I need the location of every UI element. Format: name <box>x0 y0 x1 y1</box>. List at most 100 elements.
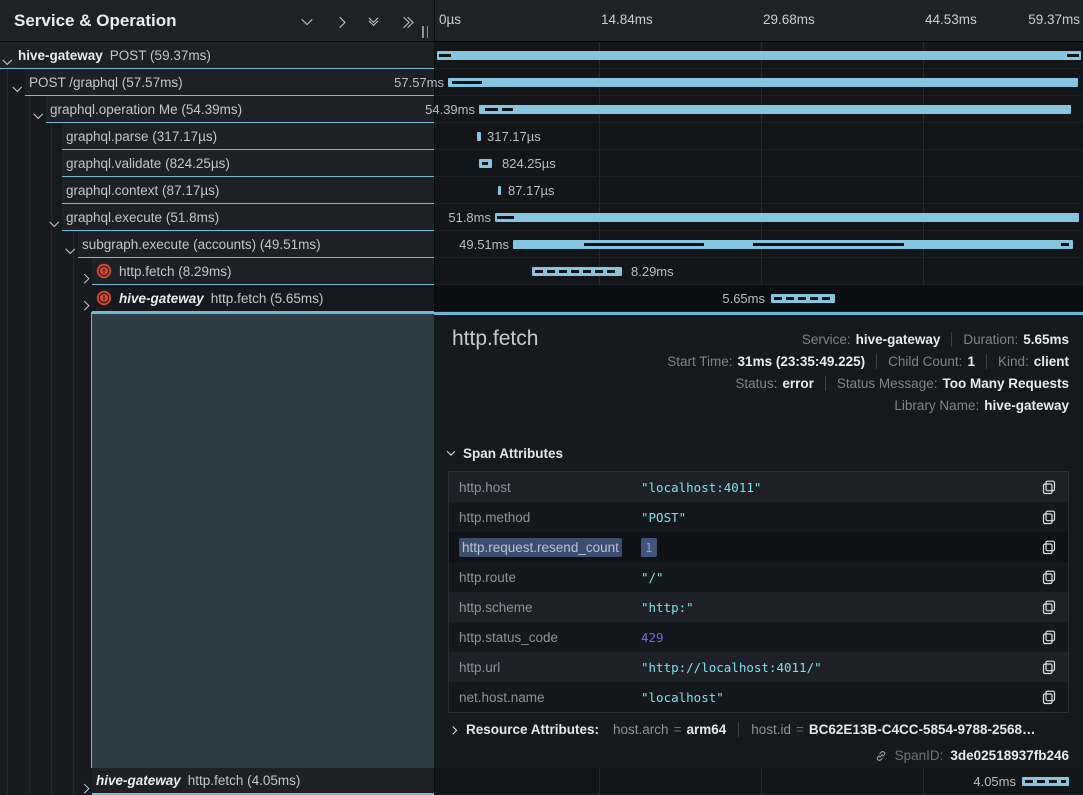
resource-value: arm64 <box>686 722 726 737</box>
span-bar[interactable] <box>498 186 501 195</box>
span-id-value: 3de02518937fb246 <box>950 748 1069 763</box>
meta-label: Duration: <box>963 332 1018 347</box>
copy-icon[interactable] <box>1040 508 1058 526</box>
collapse-all-icon[interactable] <box>365 13 381 29</box>
timeline-row[interactable]: 824.25µs <box>435 150 1083 177</box>
span-bar[interactable] <box>479 159 492 168</box>
timeline-row[interactable]: 57.57ms <box>435 69 1083 96</box>
child-span-mark <box>482 162 488 165</box>
timeline-row[interactable]: 87.17µs <box>435 177 1083 204</box>
timeline-tick: 14.84ms <box>601 12 653 27</box>
span-id-label: SpanID: <box>895 748 944 763</box>
span-bar[interactable] <box>479 105 1071 114</box>
span-bar[interactable] <box>532 267 622 276</box>
divider <box>738 722 739 737</box>
span-bar[interactable] <box>448 78 1078 87</box>
child-span-mark <box>1067 54 1079 57</box>
span-label: graphql.execute (51.8ms) <box>66 210 219 225</box>
copy-icon[interactable] <box>1040 568 1058 586</box>
expand-all-icon[interactable] <box>398 13 414 29</box>
span-tree-row[interactable]: graphql.execute (51.8ms) <box>62 204 434 231</box>
copy-icon[interactable] <box>1040 688 1058 706</box>
timeline-row[interactable]: 51.8ms <box>435 204 1083 231</box>
meta-value: 31ms (23:35:49.225) <box>738 354 866 369</box>
span-bar[interactable] <box>477 132 481 141</box>
span-tree-row[interactable]: subgraph.execute (accounts) (49.51ms) <box>78 231 434 258</box>
chevron-down-icon[interactable] <box>35 106 42 121</box>
span-tree-row[interactable]: graphql.validate (824.25µs) <box>62 150 434 177</box>
span-duration-label: 57.57ms <box>394 75 444 90</box>
span-tree-row[interactable]: http.fetch (8.29ms) <box>92 258 434 285</box>
attribute-key: http.method <box>449 510 641 525</box>
copy-icon[interactable] <box>1040 478 1058 496</box>
chevron-down-icon[interactable] <box>4 52 11 67</box>
timeline-row[interactable]: 5.65ms <box>435 285 1083 312</box>
expand-one-icon[interactable] <box>332 13 348 29</box>
chevron-right-icon[interactable] <box>81 268 88 283</box>
equals-sign: = <box>674 722 682 737</box>
chevron-right-icon[interactable] <box>81 778 88 793</box>
span-duration-label: 49.51ms <box>459 237 509 252</box>
span-tree-row[interactable]: hive-gatewayPOST (59.37ms) <box>0 42 434 69</box>
chevron-down-icon[interactable] <box>67 241 74 256</box>
span-tree-row[interactable]: graphql.operation Me (54.39ms) <box>46 96 434 123</box>
timeline-tick: 59.37ms <box>1028 12 1080 27</box>
span-detail-title: http.fetch <box>452 327 538 351</box>
span-tree-row[interactable]: hive-gatewayhttp.fetch (5.65ms) <box>92 285 434 312</box>
attribute-value: "localhost:4011" <box>641 480 1040 495</box>
child-span-mark <box>452 81 482 84</box>
attribute-key: http.host <box>449 480 641 495</box>
span-tree-row[interactable]: graphql.parse (317.17µs) <box>62 123 434 150</box>
attribute-row[interactable]: http.url"http://localhost:4011/" <box>449 652 1068 682</box>
timeline-row[interactable]: 8.29ms <box>435 258 1083 285</box>
copy-icon[interactable] <box>1040 598 1058 616</box>
span-bar[interactable] <box>771 294 835 303</box>
timeline-row[interactable]: 317.17µs <box>435 123 1083 150</box>
attribute-row[interactable]: http.route"/" <box>449 562 1068 592</box>
span-tree-row[interactable]: POST /graphql (57.57ms) <box>25 69 434 96</box>
span-label: graphql.validate (824.25µs) <box>66 156 230 171</box>
timeline-tick: 29.68ms <box>763 12 815 27</box>
copy-icon[interactable] <box>1040 538 1058 556</box>
span-attributes-toggle[interactable]: Span Attributes <box>448 443 1069 463</box>
span-bar[interactable] <box>437 51 1081 60</box>
span-label: http.fetch (4.05ms) <box>188 773 301 788</box>
attribute-row[interactable]: http.host"localhost:4011" <box>449 472 1068 502</box>
attribute-row[interactable]: http.method"POST" <box>449 502 1068 532</box>
span-service-name: hive-gateway <box>119 291 204 306</box>
chevron-down-icon[interactable] <box>14 79 21 94</box>
span-tree-row[interactable]: hive-gatewayhttp.fetch (4.05ms) <box>92 768 434 795</box>
resource-attributes-row[interactable]: Resource Attributes: host.arch=arm64host… <box>450 718 1069 740</box>
span-attributes-title: Span Attributes <box>463 446 563 461</box>
meta-value: hive-gateway <box>984 398 1069 413</box>
child-span-mark <box>439 54 451 57</box>
span-meta-line: Status:errorStatus Message:Too Many Requ… <box>735 372 1069 394</box>
chevron-down-icon[interactable] <box>51 214 58 229</box>
attribute-row[interactable]: http.scheme"http:" <box>449 592 1068 622</box>
copy-icon[interactable] <box>1040 658 1058 676</box>
timeline-row[interactable] <box>435 42 1083 69</box>
timeline-row[interactable]: 54.39ms <box>435 96 1083 123</box>
chevron-right-icon[interactable] <box>81 295 88 310</box>
attribute-row[interactable]: http.status_code429 <box>449 622 1068 652</box>
divider <box>986 354 987 369</box>
chevron-right-icon <box>449 726 457 734</box>
attribute-row[interactable]: http.request.resend_count1 <box>449 532 1068 562</box>
span-bar[interactable] <box>1022 777 1069 786</box>
collapse-one-icon[interactable] <box>299 13 315 29</box>
timeline-row[interactable]: 49.51ms <box>435 231 1083 258</box>
child-span-mark <box>584 243 704 246</box>
divider <box>825 376 826 391</box>
divider <box>951 332 952 347</box>
span-bar[interactable] <box>513 240 1073 249</box>
meta-value: hive-gateway <box>856 332 941 347</box>
attribute-value: "http://localhost:4011/" <box>641 660 1040 675</box>
link-icon[interactable] <box>874 749 888 763</box>
span-bar[interactable] <box>495 213 1079 222</box>
copy-icon[interactable] <box>1040 628 1058 646</box>
attribute-row[interactable]: net.host.name"localhost" <box>449 682 1068 712</box>
panel-resize-handle[interactable] <box>422 26 428 38</box>
attribute-key: http.status_code <box>449 630 641 645</box>
span-tree-row[interactable]: graphql.context (87.17µs) <box>62 177 434 204</box>
timeline-row[interactable]: 4.05ms <box>435 768 1083 795</box>
